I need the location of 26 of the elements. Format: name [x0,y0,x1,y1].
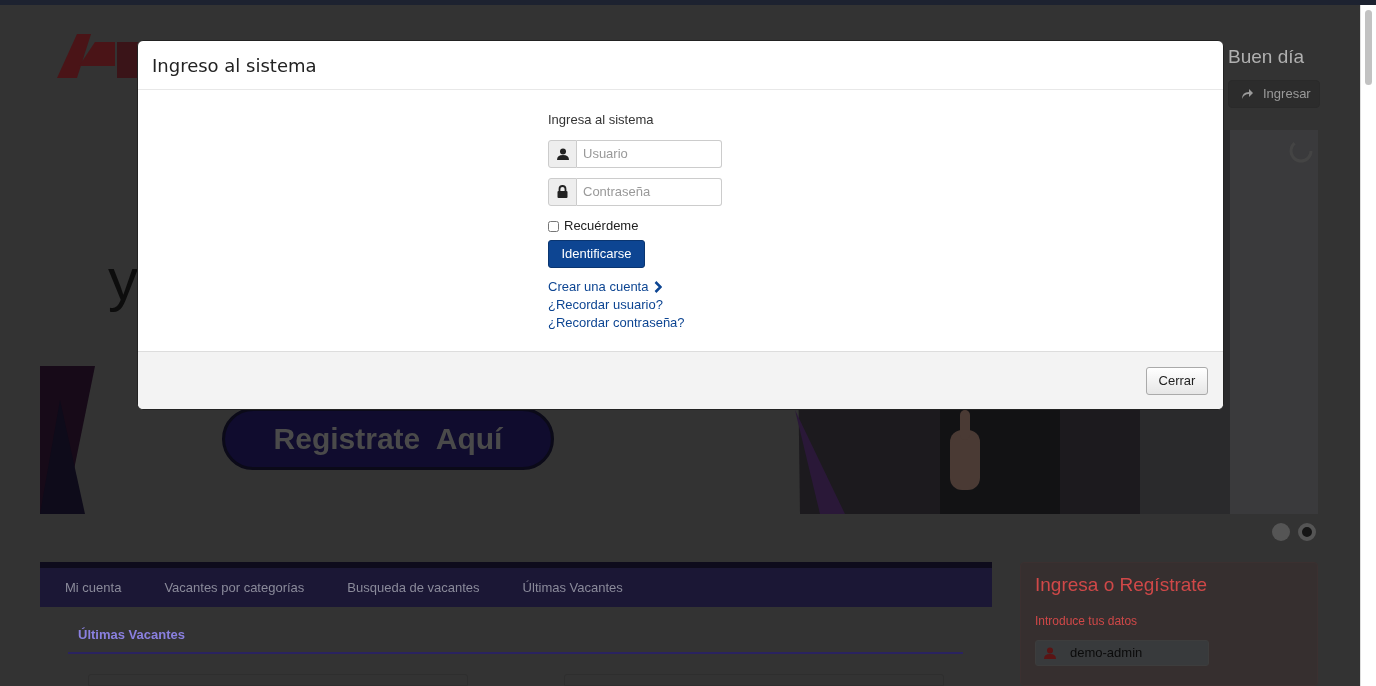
dialog-title: Ingreso al sistema [152,53,317,78]
password-field[interactable]: Contraseña [577,177,722,206]
remember-label: Recuérdeme [564,216,639,235]
user-icon [556,147,569,160]
nav-link[interactable]: Últimas Vacantes [522,577,623,598]
remember-checkbox[interactable] [548,221,559,233]
share-arrow-icon [1241,88,1253,99]
form-label: Ingresa al sistema [548,111,654,129]
close-button[interactable]: Cerrar [1146,366,1208,395]
dialog-link[interactable]: ¿Recordar usuario? [548,296,685,314]
panel-subtitle: Introduce tus datos [1035,612,1139,630]
login-button[interactable]: Ingresar [1228,79,1320,108]
username-field[interactable]: Usuario [577,139,722,168]
lock-icon [557,185,568,198]
greeting: Buen día [1228,45,1305,69]
panel-title: Ingresa o Regístrate [1035,573,1209,597]
user-icon [1044,646,1056,659]
scrollbar-thumb[interactable] [1365,10,1372,85]
nav-link[interactable]: Vacantes por categorías [164,577,305,598]
dialog-link[interactable]: Crear una cuenta [548,278,685,296]
submit-button[interactable]: Identificarse [548,240,645,268]
section-title: Últimas Vacantes [78,627,185,642]
nav-link[interactable]: Busqueda de vacantes [347,577,480,598]
chevron-icon [654,281,663,293]
nav-link[interactable]: Mi cuenta [65,577,122,598]
dialog-link[interactable]: ¿Recordar contraseña? [548,314,685,332]
